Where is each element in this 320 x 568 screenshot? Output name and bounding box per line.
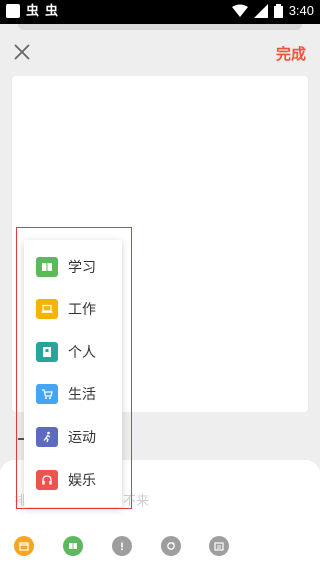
exclamation-icon [121, 542, 123, 551]
menu-item-sports[interactable]: 运动 [24, 416, 122, 458]
signal-icon [253, 3, 268, 18]
notebook-icon [36, 342, 58, 362]
calendar-button[interactable] [14, 536, 34, 556]
battery-icon [273, 3, 283, 18]
menu-item-personal[interactable]: 个人 [24, 331, 122, 373]
status-right-icons: 3:40 [231, 3, 314, 18]
book-open-icon [69, 543, 77, 549]
category-popup-menu: 学习 工作 个人 生活 运动 娱乐 [24, 240, 122, 507]
list-calendar-icon [214, 542, 224, 551]
done-button[interactable]: 完成 [276, 43, 306, 64]
book-open-icon [36, 257, 58, 277]
headphones-icon [36, 470, 58, 490]
category-button[interactable] [63, 536, 83, 556]
repeat-icon [167, 542, 175, 550]
menu-item-label: 运动 [68, 429, 96, 445]
run-icon [36, 427, 58, 447]
schedule-button[interactable] [209, 536, 229, 556]
menu-item-label: 工作 [68, 301, 96, 317]
bug-icon: 虫 [45, 3, 59, 18]
status-time: 3:40 [288, 3, 314, 18]
cart-icon [36, 384, 58, 404]
menu-item-label: 娱乐 [68, 472, 96, 488]
menu-item-work[interactable]: 工作 [24, 288, 122, 330]
menu-item-study[interactable]: 学习 [24, 246, 122, 288]
faint-text-right: 不来 [123, 493, 150, 508]
bug-icon: 虫 [26, 3, 40, 18]
status-bar: 虫 虫 3:40 [0, 0, 320, 24]
editor-header: 完成 [0, 30, 320, 76]
menu-item-entertainment[interactable]: 娱乐 [24, 459, 122, 501]
close-button[interactable] [12, 42, 32, 62]
square-icon [6, 4, 20, 18]
priority-button[interactable] [112, 536, 132, 556]
close-icon [14, 44, 30, 60]
menu-item-life[interactable]: 生活 [24, 373, 122, 415]
bottom-toolbar [0, 536, 320, 562]
repeat-button[interactable] [161, 536, 181, 556]
wifi-icon [231, 4, 248, 17]
calendar-icon [19, 542, 29, 551]
menu-item-label: 学习 [68, 259, 96, 275]
laptop-icon [36, 299, 58, 319]
menu-item-label: 个人 [68, 344, 96, 360]
status-left-icons: 虫 虫 [6, 4, 58, 18]
menu-item-label: 生活 [68, 386, 96, 402]
